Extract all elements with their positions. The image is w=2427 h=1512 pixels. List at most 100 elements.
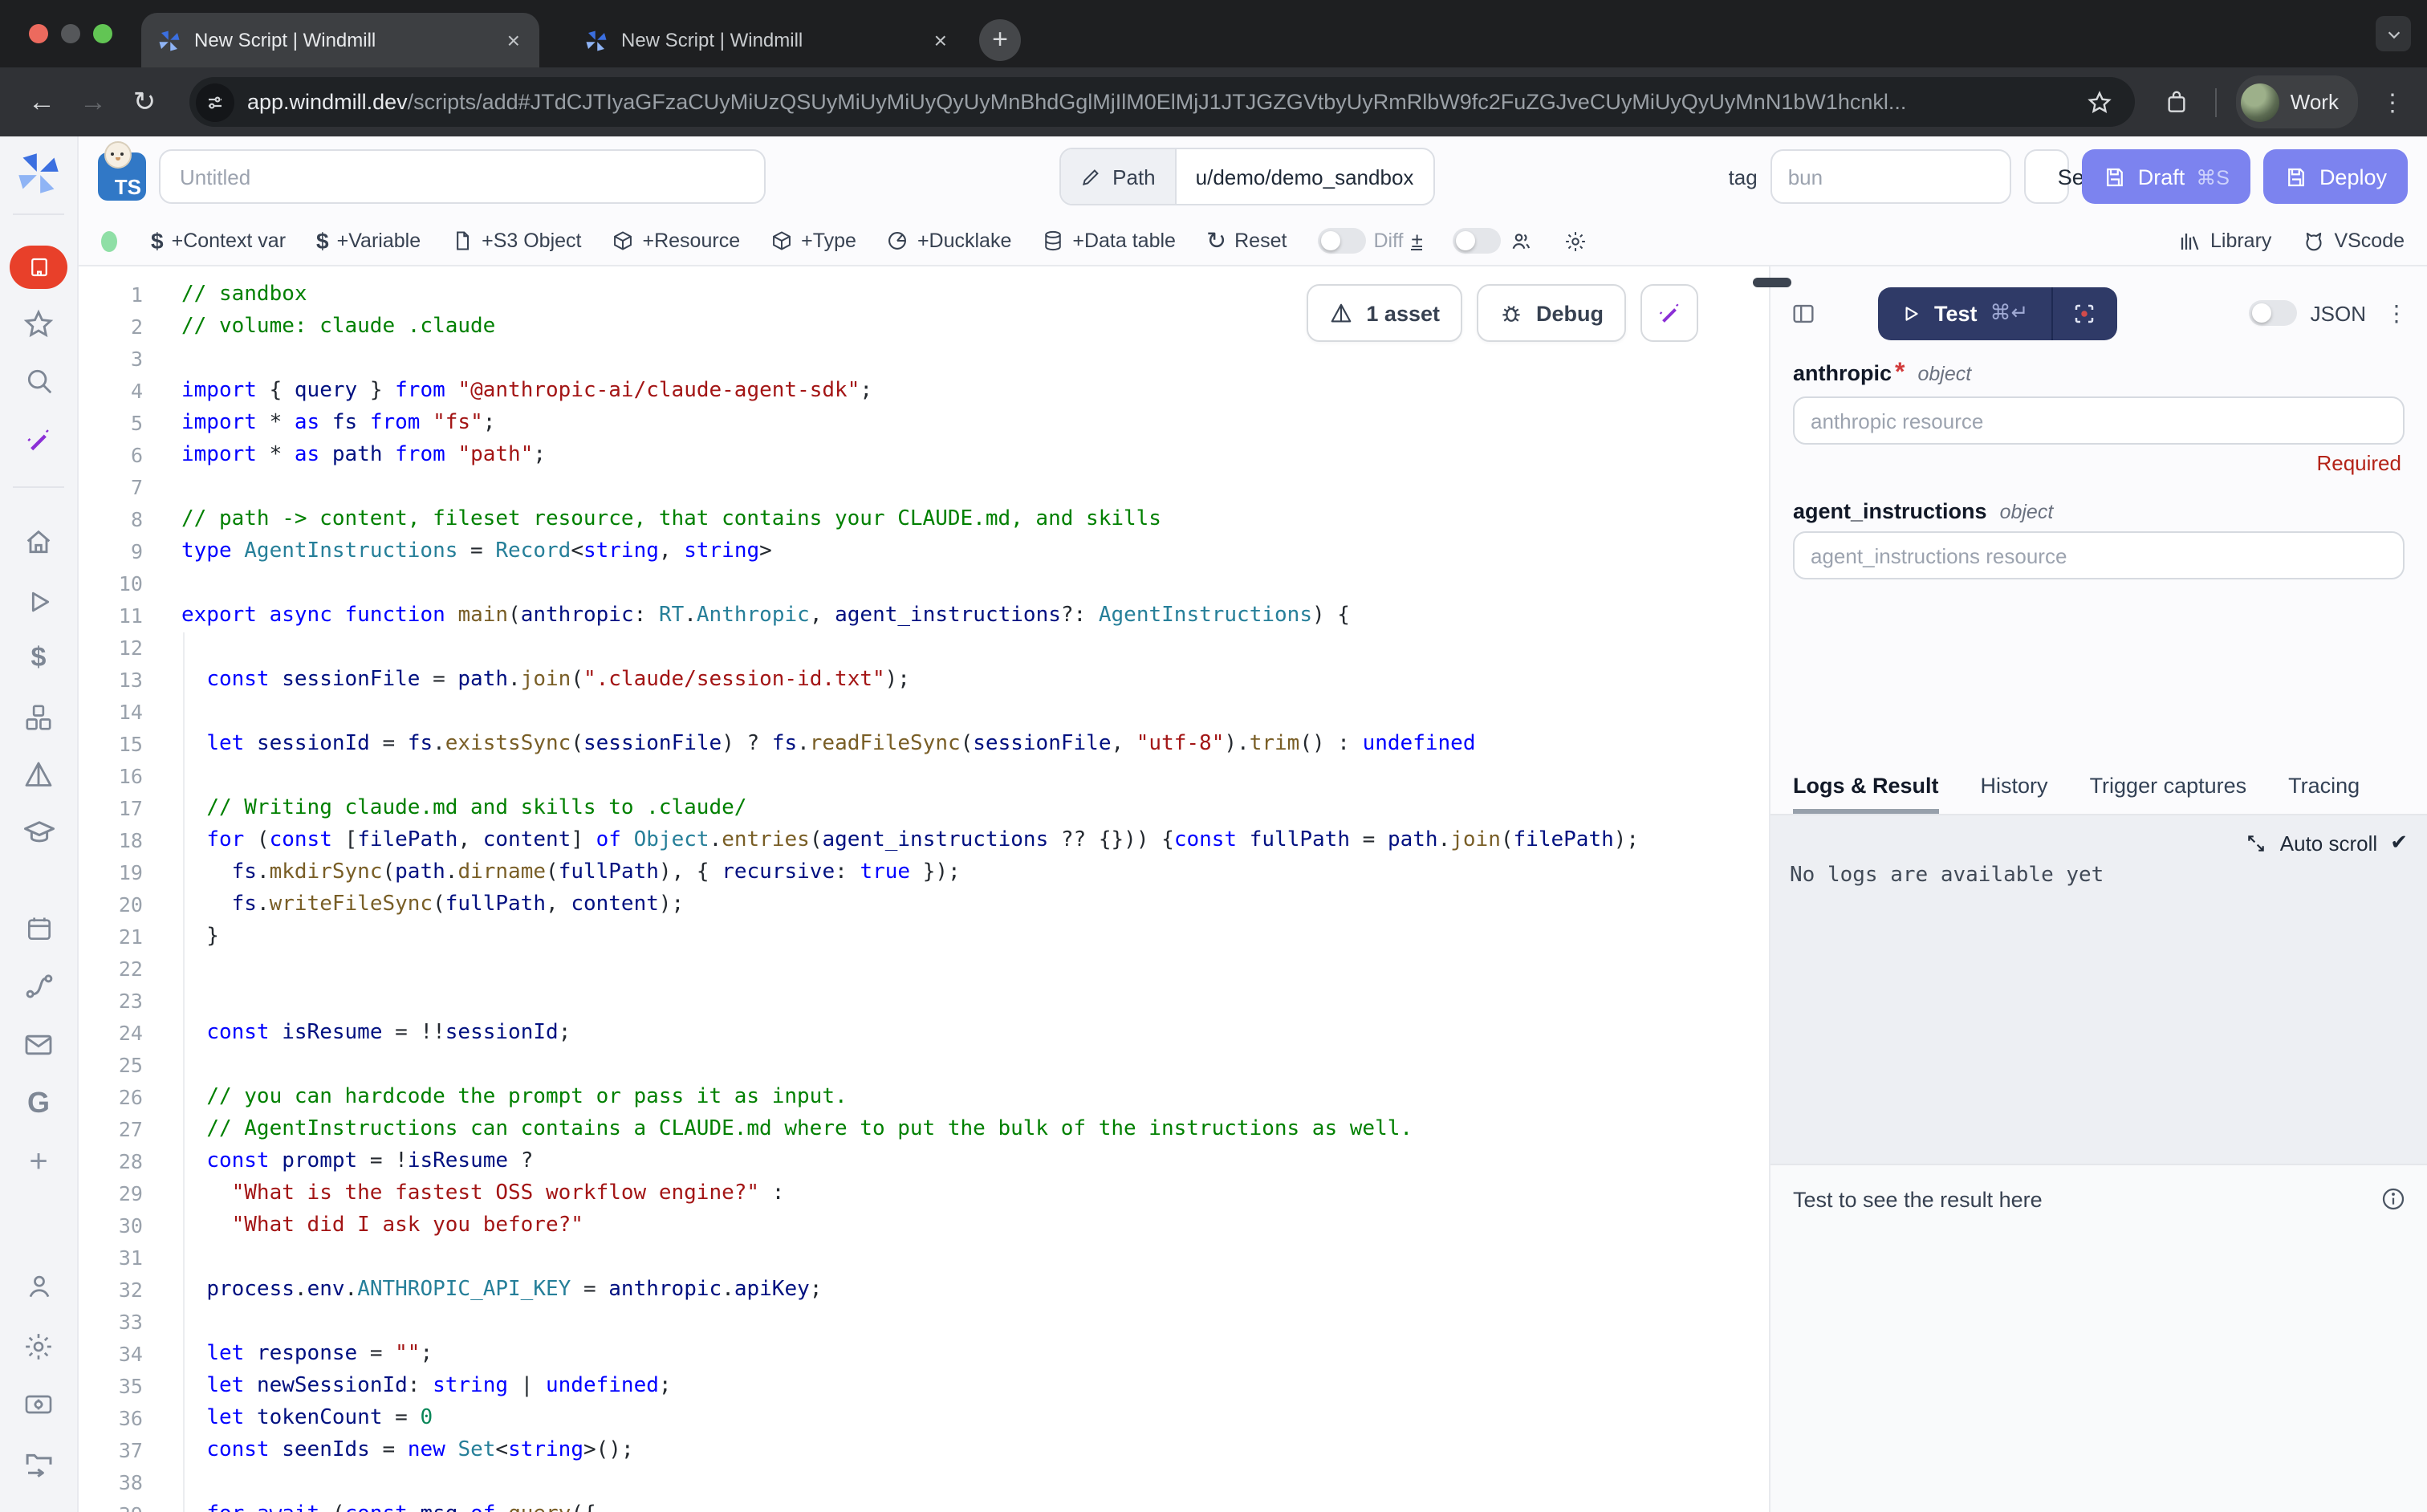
code-line[interactable]: 13 const sessionFile = path.join(".claud… (79, 665, 1769, 697)
close-window-button[interactable] (29, 24, 48, 43)
browser-tab-inactive[interactable]: New Script | Windmill × (568, 13, 966, 67)
typescript-bun-badge[interactable]: TS (98, 152, 146, 201)
sidebar-item-user[interactable] (0, 1271, 77, 1302)
code-line[interactable]: 19 fs.mkdirSync(path.dirname(fullPath), … (79, 857, 1769, 889)
code-line[interactable]: 15 let sessionId = fs.existsSync(session… (79, 729, 1769, 761)
add-type-button[interactable]: +Type (770, 230, 856, 252)
add-variable-button[interactable]: $+Variable (316, 228, 421, 254)
sidebar-item-settings[interactable] (0, 1331, 77, 1363)
code-line[interactable]: 23 (79, 986, 1769, 1018)
code-line[interactable]: 27 // AgentInstructions can contains a C… (79, 1114, 1769, 1146)
assistants-toggle[interactable] (1453, 228, 1534, 254)
code-line[interactable]: 7 (79, 472, 1769, 504)
assets-button[interactable]: 1 asset (1307, 284, 1462, 342)
code-line[interactable]: 18 for (const [filePath, content] of Obj… (79, 825, 1769, 857)
code-line[interactable]: 3 (79, 343, 1769, 376)
code-editor[interactable]: 1// sandbox2// volume: claude .claude34i… (79, 266, 1769, 1512)
diff-toggle-switch[interactable] (1317, 228, 1365, 254)
tab-search-button[interactable] (2376, 16, 2411, 51)
url-bar[interactable]: app.windmill.dev/scripts/add#JTdCJTIyaGF… (189, 77, 2135, 127)
sidebar-item-favorites[interactable] (0, 308, 77, 340)
add-data-table-button[interactable]: +Data table (1042, 230, 1176, 252)
code-line[interactable]: 17 // Writing claude.md and skills to .c… (79, 793, 1769, 825)
sidebar-item-home[interactable] (0, 526, 77, 559)
sidebar-item-variables[interactable]: $ (0, 642, 77, 674)
bookmark-star-icon[interactable] (2087, 89, 2112, 115)
sidebar-item-assets[interactable] (0, 759, 77, 791)
browser-profile-chip[interactable]: Work (2236, 75, 2358, 128)
code-line[interactable]: 11export async function main(anthropic: … (79, 600, 1769, 632)
reload-button[interactable]: ↻ (122, 79, 167, 124)
ai-wand-button[interactable] (1640, 284, 1698, 342)
code-line[interactable]: 21 } (79, 921, 1769, 953)
editor-settings-button[interactable] (1564, 229, 1588, 253)
sidebar-item-google[interactable]: G (0, 1087, 77, 1120)
agent-instructions-resource-input[interactable] (1793, 531, 2405, 579)
code-line[interactable]: 25 (79, 1050, 1769, 1082)
sidebar-item-mail[interactable] (0, 1029, 77, 1061)
tab-tracing[interactable]: Tracing (2288, 759, 2360, 814)
code-line[interactable]: 30 "What did I ask you before?" (79, 1210, 1769, 1242)
code-line[interactable]: 10 (79, 568, 1769, 600)
anthropic-resource-input[interactable] (1793, 396, 2405, 445)
minimize-window-button[interactable] (61, 24, 80, 43)
sidebar-item-schedules[interactable] (0, 913, 77, 944)
sidebar-item-resources[interactable] (0, 701, 77, 734)
code-line[interactable]: 5import * as fs from "fs"; (79, 408, 1769, 440)
tab-trigger-captures[interactable]: Trigger captures (2090, 759, 2247, 814)
autoscroll-control[interactable]: Auto scroll ✔ (2246, 830, 2408, 856)
code-line[interactable]: 35 let newSessionId: string | undefined; (79, 1371, 1769, 1403)
code-line[interactable]: 28 const prompt = !isResume ? (79, 1146, 1769, 1178)
code-line[interactable]: 4import { query } from "@anthropic-ai/cl… (79, 376, 1769, 408)
path-group[interactable]: Path u/demo/demo_sandbox (1059, 148, 1434, 205)
add-s3-object-button[interactable]: +S3 Object (451, 230, 581, 252)
vscode-button[interactable]: VScode (2302, 229, 2405, 253)
sidebar-item-add[interactable]: + (0, 1144, 77, 1181)
reset-button[interactable]: ↻Reset (1206, 226, 1287, 255)
extensions-icon[interactable] (2164, 89, 2189, 115)
debug-button[interactable]: Debug (1477, 284, 1626, 342)
tab-close-icon[interactable]: × (931, 27, 950, 53)
deploy-button[interactable]: Deploy (2263, 149, 2408, 204)
new-tab-button[interactable]: + (979, 19, 1021, 61)
forward-button[interactable]: → (71, 79, 116, 124)
test-button-main[interactable]: Test ⌘↵ (1878, 287, 2051, 339)
tag-input[interactable] (1770, 149, 2011, 204)
code-line[interactable]: 39 for await (const msg of query({ (79, 1499, 1769, 1512)
code-line[interactable]: 14 (79, 697, 1769, 729)
code-line[interactable]: 20 fs.writeFileSync(fullPath, content); (79, 889, 1769, 921)
json-toggle-switch[interactable] (2250, 300, 2298, 326)
browser-menu-icon[interactable]: ⋮ (2380, 87, 2405, 116)
code-line[interactable]: 26 // you can hardcode the prompt or pas… (79, 1082, 1769, 1114)
site-settings-icon[interactable] (196, 83, 234, 121)
collapse-panel-icon[interactable] (1790, 299, 1817, 327)
code-line[interactable]: 36 let tokenCount = 0 (79, 1403, 1769, 1435)
code-line[interactable]: 31 (79, 1242, 1769, 1274)
sidebar-item-learn[interactable] (0, 815, 77, 849)
sidebar-item-instance[interactable] (0, 1388, 77, 1421)
back-button[interactable]: ← (19, 79, 64, 124)
code-line[interactable]: 12 (79, 632, 1769, 665)
url-text[interactable]: app.windmill.dev/scripts/add#JTdCJTIyaGF… (247, 90, 2074, 114)
code-line[interactable]: 32 process.env.ANTHROPIC_API_KEY = anthr… (79, 1274, 1769, 1307)
assistants-toggle-switch[interactable] (1453, 228, 1502, 254)
path-value[interactable]: u/demo/demo_sandbox (1177, 149, 1433, 204)
code-line[interactable]: 29 "What is the fastest OSS workflow eng… (79, 1178, 1769, 1210)
draft-button[interactable]: Draft ⌘S (2082, 149, 2250, 204)
code-lines[interactable]: 1// sandbox2// volume: claude .claude34i… (79, 279, 1769, 1512)
browser-tab-active[interactable]: New Script | Windmill × (141, 13, 539, 67)
code-line[interactable]: 24 const isResume = !!sessionId; (79, 1018, 1769, 1050)
code-line[interactable]: 37 const seenIds = new Set<string>(); (79, 1435, 1769, 1467)
tab-close-icon[interactable]: × (504, 27, 523, 53)
sidebar-item-collapse[interactable] (0, 1446, 77, 1480)
split-drag-handle[interactable] (1753, 278, 1791, 287)
code-line[interactable]: 38 (79, 1467, 1769, 1499)
code-line[interactable]: 8// path -> content, fileset resource, t… (79, 504, 1769, 536)
settings-button[interactable]: Settings (2024, 149, 2069, 204)
code-line[interactable]: 9type AgentInstructions = Record<string,… (79, 536, 1769, 568)
code-line[interactable]: 6import * as path from "path"; (79, 440, 1769, 472)
windmill-logo[interactable] (0, 152, 77, 194)
sidebar-item-runs[interactable] (0, 586, 77, 618)
sidebar-item-search[interactable] (0, 366, 77, 396)
sidebar-item-ai[interactable] (0, 424, 77, 456)
